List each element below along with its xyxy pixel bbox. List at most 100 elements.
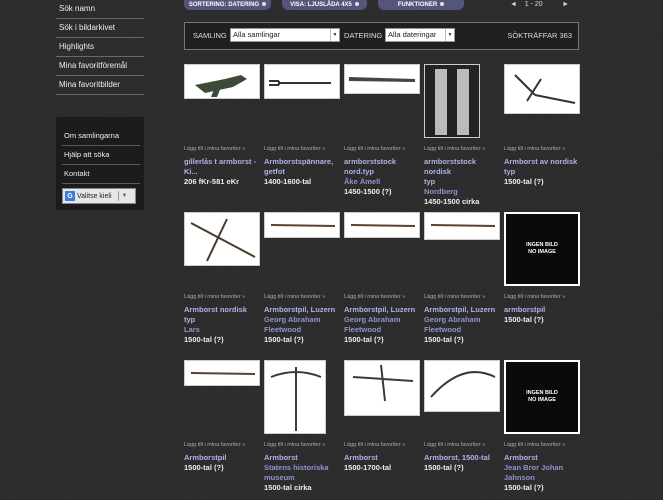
view-button-label: VISA: LJUSLÅDA 4X5 — [290, 2, 352, 8]
result-date: 1500-tal (?) — [344, 335, 384, 344]
result-info: Armborst, 1500-tal 1500-tal (?) — [424, 453, 500, 473]
result-info: armborststock nord.typ Åke Ämell 1450-1500 … — [344, 157, 420, 197]
result-date: 1400-1600-tal — [264, 177, 312, 186]
add-to-favorites-link[interactable]: Lägg till i mina favoriter » — [424, 442, 485, 448]
result-thumbnail[interactable] — [344, 212, 420, 238]
primary-nav: Sök namn Sök i bildarkivet Highlights Mi… — [56, 0, 144, 95]
dating-select[interactable]: Alla dateringar ▼ — [385, 28, 455, 42]
result-title[interactable]: Armborst av nordisk — [504, 157, 580, 167]
add-to-favorites-link[interactable]: Lägg till i mina favoriter » — [264, 294, 325, 300]
result-maker[interactable]: Fleetwood — [424, 325, 500, 335]
nav-item-search-name[interactable]: Sök namn — [56, 0, 144, 19]
result-maker[interactable]: Georg Abraham — [264, 315, 340, 325]
result-thumbnail[interactable] — [504, 64, 580, 114]
result-info: Armborstpil, Luzern Georg Abraham Fleetwoo… — [264, 305, 340, 345]
result-title[interactable]: Ki... — [184, 167, 260, 177]
language-selector-label: Valitse kieli — [77, 192, 112, 200]
result-title[interactable]: getfot — [264, 167, 340, 177]
result-title[interactable]: armborststock nordisk — [424, 157, 500, 177]
sort-button[interactable]: SORTERING: DATERING — [184, 0, 271, 10]
add-to-favorites-link[interactable]: Lägg till i mina favoriter » — [184, 442, 245, 448]
add-to-favorites-link[interactable]: Lägg till i mina favoriter » — [424, 294, 485, 300]
prev-page-icon[interactable]: ◄ — [510, 1, 517, 8]
add-to-favorites-link[interactable]: Lägg till i mina favoriter » — [264, 146, 325, 152]
result-thumbnail[interactable] — [344, 360, 420, 416]
result-date: 1500-tal (?) — [504, 177, 544, 186]
add-to-favorites-link[interactable]: Lägg till i mina favoriter » — [264, 442, 325, 448]
result-title[interactable]: Armborstspännare, — [264, 157, 340, 167]
result-maker[interactable]: Lars — [184, 325, 260, 335]
result-title[interactable]: armborststock — [344, 157, 420, 167]
result-maker[interactable]: Jean Bror Johan — [504, 463, 580, 473]
result-maker[interactable]: museum — [264, 473, 340, 483]
no-image-placeholder[interactable]: INGEN BILD NO IMAGE — [504, 360, 580, 434]
nav-item-contact[interactable]: Kontakt — [62, 165, 140, 184]
result-thumbnail[interactable] — [264, 212, 340, 238]
result-info: Armborst Jean Bror Johan Jahnson 1500-tal (… — [504, 453, 580, 493]
result-title[interactable]: typ — [504, 167, 580, 177]
result-maker[interactable]: Georg Abraham — [344, 315, 420, 325]
result-thumbnail[interactable] — [264, 64, 340, 99]
result-thumbnail[interactable] — [424, 64, 480, 138]
add-to-favorites-link[interactable]: Lägg till i mina favoriter » — [344, 294, 405, 300]
add-to-favorites-link[interactable]: Lägg till i mina favoriter » — [504, 146, 565, 152]
result-title[interactable]: Armborst — [264, 453, 340, 463]
result-title[interactable]: Armborstpil — [184, 453, 260, 463]
add-to-favorites-link[interactable]: Lägg till i mina favoriter » — [504, 294, 565, 300]
result-thumbnail[interactable] — [344, 64, 420, 94]
result-info: Armborst av nordisk typ 1500-tal (?) — [504, 157, 580, 187]
result-info: Armborst 1500-1700-tal — [344, 453, 420, 473]
add-to-favorites-link[interactable]: Lägg till i mina favoriter » — [504, 442, 565, 448]
result-title[interactable]: Armborstpil, Luzern — [264, 305, 340, 315]
add-to-favorites-link[interactable]: Lägg till i mina favoriter » — [344, 146, 405, 152]
result-date: 1500-tal (?) — [504, 315, 544, 324]
result-maker[interactable]: Fleetwood — [344, 325, 420, 335]
dropdown-dot-icon — [354, 2, 359, 7]
result-thumbnail[interactable] — [424, 360, 500, 412]
result-thumbnail[interactable] — [424, 212, 500, 240]
dropdown-dot-icon — [440, 2, 445, 7]
result-title[interactable]: Armborst — [344, 453, 420, 463]
result-title[interactable]: nord.typ — [344, 167, 420, 177]
result-thumbnail[interactable] — [184, 212, 260, 266]
result-info: armborststock nordisk typ Nordberg 1450-150… — [424, 157, 500, 207]
result-date: 1500-tal cirka — [264, 483, 312, 492]
result-thumbnail[interactable] — [184, 360, 260, 386]
result-info: Armborst nordisk typ Lars 1500-tal (?) — [184, 305, 260, 345]
result-thumbnail[interactable] — [264, 360, 326, 434]
result-maker[interactable]: Nordberg — [424, 187, 500, 197]
result-maker[interactable]: Georg Abraham — [424, 315, 500, 325]
add-to-favorites-link[interactable]: Lägg till i mina favoriter » — [184, 294, 245, 300]
result-maker[interactable]: Jahnson — [504, 473, 580, 483]
result-maker[interactable]: Fleetwood — [264, 325, 340, 335]
result-maker[interactable]: Åke Ämell — [344, 177, 420, 187]
add-to-favorites-link[interactable]: Lägg till i mina favoriter » — [424, 146, 485, 152]
result-title[interactable]: Armborstpil, Luzern — [344, 305, 420, 315]
functions-button[interactable]: FUNKTIONER — [378, 0, 464, 10]
nav-item-search-image-archive[interactable]: Sök i bildarkivet — [56, 19, 144, 38]
add-to-favorites-link[interactable]: Lägg till i mina favoriter » — [344, 442, 405, 448]
result-info: Armborstspännare, getfot 1400-1600-tal — [264, 157, 340, 187]
result-title[interactable]: Armborst — [504, 453, 580, 463]
result-title[interactable]: typ — [424, 177, 500, 187]
result-title[interactable]: gillerlås t armborst - — [184, 157, 260, 167]
result-date: 1500-1700-tal — [344, 463, 392, 472]
result-title[interactable]: Armborst, 1500-tal — [424, 453, 500, 463]
nav-item-about-collections[interactable]: Om samlingarna — [62, 127, 140, 146]
result-title[interactable]: Armborst nordisk typ — [184, 305, 260, 325]
language-selector[interactable]: G Valitse kieli ▼ — [62, 188, 136, 204]
nav-item-favorite-objects[interactable]: Mina favoritföremål — [56, 57, 144, 76]
no-image-placeholder[interactable]: INGEN BILD NO IMAGE — [504, 212, 580, 286]
nav-item-favorite-images[interactable]: Mina favoritbilder — [56, 76, 144, 95]
result-thumbnail[interactable] — [184, 64, 260, 99]
add-to-favorites-link[interactable]: Lägg till i mina favoriter » — [184, 146, 245, 152]
nav-item-search-help[interactable]: Hjälp att söka — [62, 146, 140, 165]
next-page-icon[interactable]: ► — [562, 1, 569, 8]
nav-item-highlights[interactable]: Highlights — [56, 38, 144, 57]
result-title[interactable]: armborstpil — [504, 305, 580, 315]
result-title[interactable]: Armborstpil, Luzern — [424, 305, 500, 315]
view-button[interactable]: VISA: LJUSLÅDA 4X5 — [282, 0, 367, 10]
chevron-down-icon: ▼ — [330, 29, 339, 41]
collection-select[interactable]: Alla samlingar ▼ — [230, 28, 340, 42]
result-maker[interactable]: Statens historiska — [264, 463, 340, 473]
